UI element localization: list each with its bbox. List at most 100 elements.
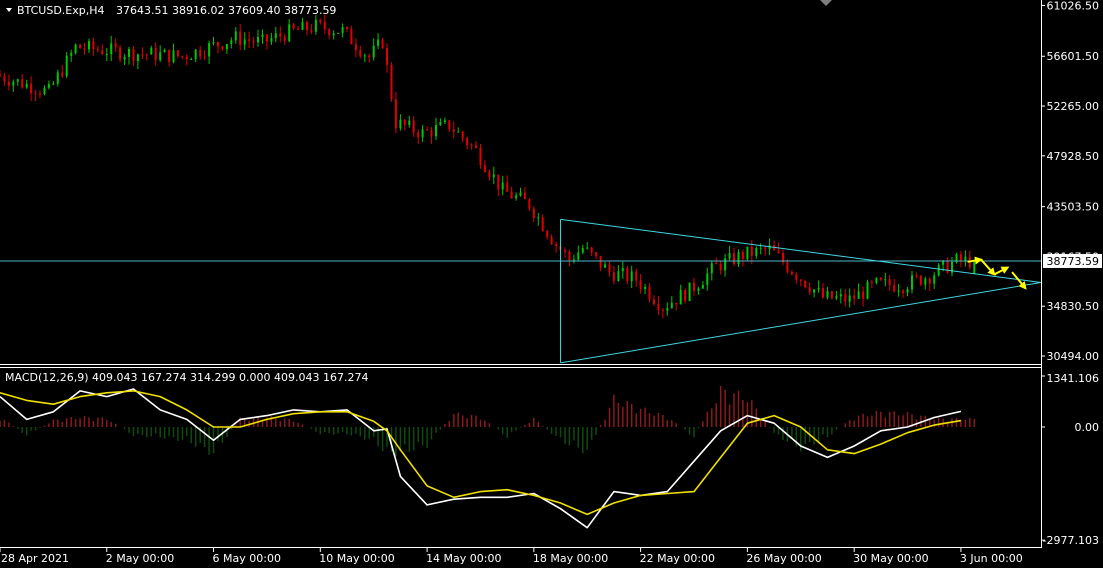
- candle-body: [243, 39, 246, 45]
- price-tick-label: 52265.00: [1047, 100, 1100, 113]
- candle-body: [452, 129, 455, 132]
- candle-body: [199, 49, 202, 57]
- time-tick-label: 10 May 00:00: [319, 552, 394, 565]
- candle-body: [746, 246, 749, 259]
- candle-body: [675, 302, 678, 305]
- candle-body: [728, 253, 731, 259]
- candle-body: [581, 248, 584, 253]
- candle-body: [621, 268, 624, 272]
- candle-body: [497, 174, 500, 190]
- candle-body: [568, 251, 571, 261]
- price-tick-label: 47928.50: [1047, 150, 1100, 163]
- candle-body: [261, 34, 264, 38]
- candle-body: [136, 54, 139, 61]
- candle-body: [666, 308, 669, 311]
- candle-body: [870, 282, 873, 283]
- time-tick-label: 22 May 00:00: [640, 552, 715, 565]
- candle-body: [599, 255, 602, 268]
- macd-lines: [0, 388, 962, 529]
- candle-body: [635, 271, 638, 281]
- candle-body: [795, 274, 798, 280]
- candle-body: [39, 93, 41, 95]
- candle-body: [21, 79, 24, 88]
- candle-body: [630, 271, 633, 282]
- candle-body: [225, 44, 228, 50]
- candle-body: [719, 263, 722, 271]
- candle-body: [217, 42, 219, 47]
- candle-body: [421, 129, 424, 138]
- candle-body: [924, 278, 927, 285]
- candle-body: [590, 247, 593, 253]
- candle-body: [488, 171, 491, 178]
- chart-canvas[interactable]: 61026.50 56601.50 52265.00 47928.50 43503.50…: [0, 0, 1103, 568]
- candle-body: [314, 19, 317, 32]
- candle-body: [221, 46, 224, 50]
- candle-body: [710, 263, 713, 274]
- candle-body: [906, 289, 909, 293]
- candle-body: [399, 119, 402, 129]
- candle-body: [190, 59, 193, 60]
- symbol-label: BTCUSD.Exp,H4: [17, 4, 105, 17]
- candle-body: [346, 27, 348, 29]
- candle-body: [964, 256, 967, 261]
- macd-label: MACD(12,26,9) 409.043 167.274 314.299 0.…: [5, 371, 368, 384]
- candle-body: [79, 44, 82, 49]
- candle-body: [626, 268, 629, 282]
- candle-body: [70, 52, 73, 56]
- symbol-dropdown-icon[interactable]: [6, 8, 12, 12]
- candle-body: [16, 79, 19, 82]
- candle-body: [697, 288, 700, 291]
- candle-body: [777, 250, 780, 253]
- candle-body: [684, 289, 687, 301]
- candle-body: [733, 253, 735, 264]
- candle-body: [110, 43, 113, 55]
- candle-body: [973, 261, 976, 274]
- candle-body: [297, 28, 300, 30]
- candle-body: [141, 54, 144, 56]
- candle-body: [715, 263, 718, 265]
- candle-body: [528, 199, 531, 209]
- candle-body: [292, 24, 295, 29]
- candle-body: [350, 29, 353, 45]
- candle-body: [74, 44, 77, 53]
- forecast-arrow-3[interactable]: [993, 266, 1010, 276]
- candle-body: [813, 289, 816, 293]
- candle-body: [799, 279, 802, 281]
- candle-body: [203, 56, 206, 58]
- candle-body: [928, 278, 931, 284]
- candle-body: [830, 291, 833, 299]
- macd-tick-label: -2977.103: [1043, 534, 1099, 547]
- candle-body: [448, 120, 451, 130]
- macd-series-macd: [0, 388, 962, 529]
- candle-body: [515, 195, 518, 199]
- candle-body: [301, 21, 304, 30]
- candle-body: [786, 262, 789, 272]
- chart-shift-marker-icon[interactable]: [820, 0, 832, 6]
- candle-body: [359, 50, 362, 57]
- candle-body: [866, 282, 869, 299]
- forecast-arrow-2[interactable]: [980, 258, 996, 276]
- time-tick-label: 18 May 00:00: [533, 552, 608, 565]
- candle-body: [759, 247, 762, 249]
- candle-body: [159, 52, 162, 61]
- candle-body: [915, 275, 918, 277]
- candle-body: [3, 76, 6, 82]
- price-tick-label: 61026.50: [1047, 0, 1100, 12]
- trendline-2[interactable]: [560, 281, 1042, 364]
- candle-body: [519, 192, 522, 196]
- candle-body: [257, 37, 259, 43]
- candle-body: [319, 19, 322, 22]
- current-price-label: 38773.59: [1047, 255, 1100, 268]
- candle-body: [701, 285, 704, 289]
- candle-body: [510, 191, 513, 199]
- candle-body: [145, 54, 148, 56]
- candle-body: [426, 129, 429, 131]
- candle-body: [185, 56, 188, 60]
- candle-body: [176, 50, 179, 57]
- candle-body: [564, 250, 566, 252]
- candle-body: [408, 120, 411, 125]
- candle-body: [706, 273, 709, 285]
- candle-body: [332, 33, 335, 36]
- macd-tick-label: 1341.106: [1047, 372, 1100, 385]
- candle-body: [693, 282, 695, 291]
